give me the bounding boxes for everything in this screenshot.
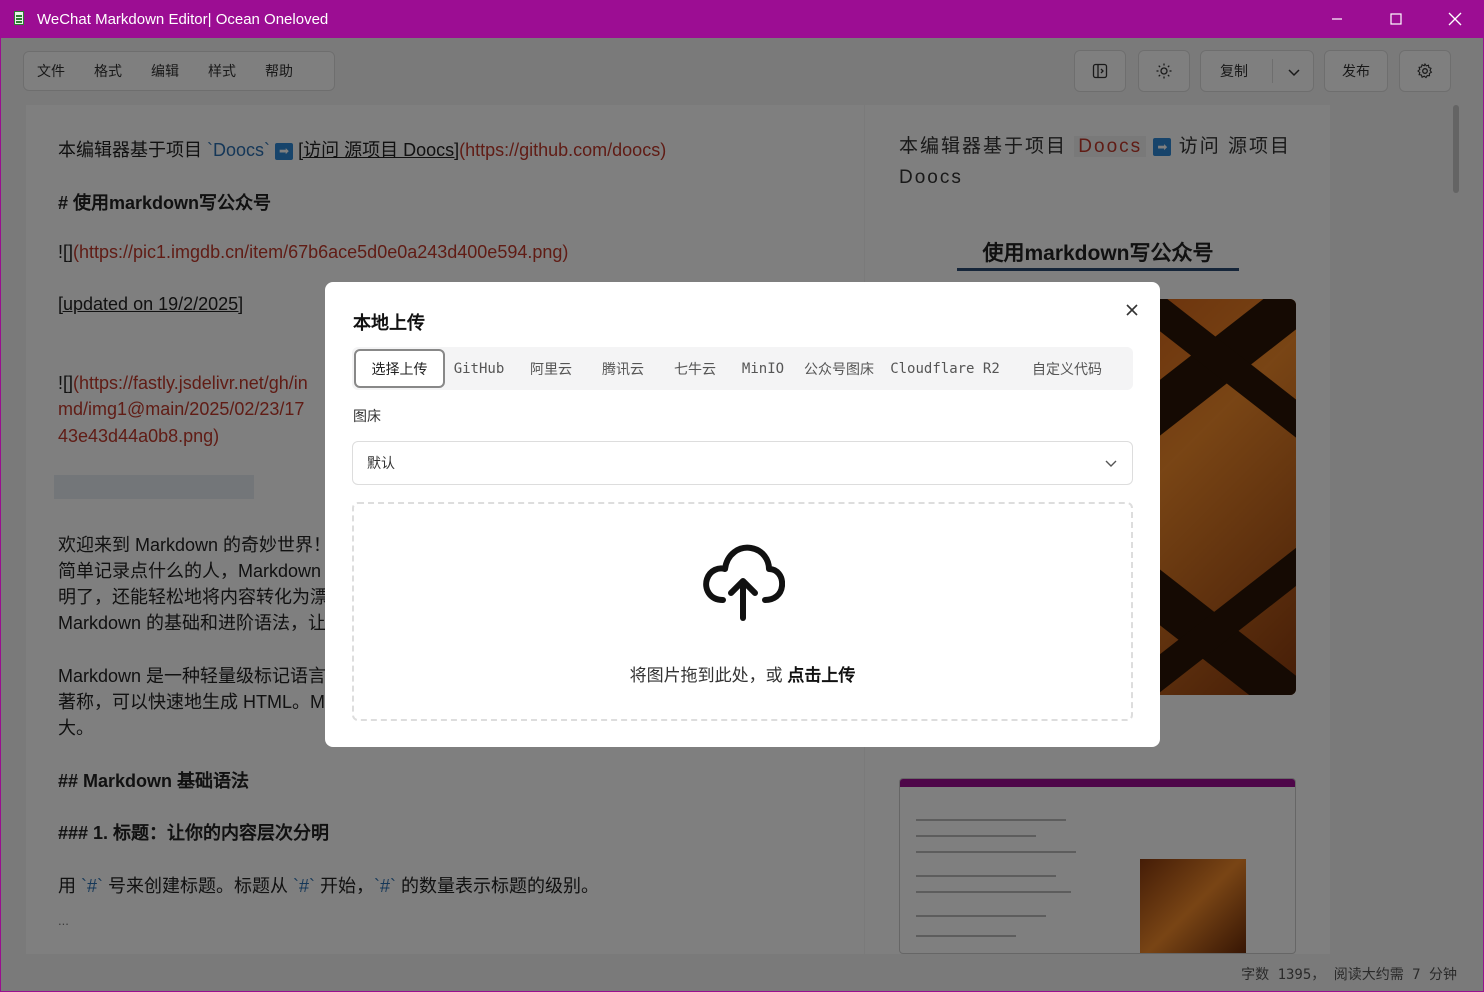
tab-qiniu[interactable]: 七牛云 (661, 347, 729, 390)
close-window-button[interactable] (1425, 0, 1484, 38)
window-title: WeChat Markdown Editor| Ocean Oneloved (37, 10, 329, 28)
chevron-down-icon (1105, 460, 1117, 467)
image-host-select[interactable]: 默认 (352, 441, 1133, 485)
app-icon (13, 11, 27, 27)
maximize-icon (1389, 13, 1402, 25)
tab-tencent[interactable]: 腾讯云 (589, 347, 657, 390)
close-icon (1448, 12, 1461, 26)
tab-minio[interactable]: MinIO (733, 347, 793, 390)
tab-github[interactable]: GitHub (447, 347, 511, 390)
drop-zone[interactable]: 将图片拖到此处，或 点击上传 (352, 502, 1133, 721)
tab-aliyun[interactable]: 阿里云 (517, 347, 585, 390)
tab-select-upload[interactable]: 选择上传 (354, 349, 445, 388)
maximize-button[interactable] (1366, 0, 1425, 38)
image-host-label: 图床 (353, 408, 381, 424)
close-icon[interactable] (1124, 302, 1140, 318)
tab-cloudflare-r2[interactable]: Cloudflare R2 (884, 347, 1006, 390)
tab-custom-code[interactable]: 自定义代码 (1010, 347, 1124, 390)
select-value: 默认 (367, 455, 395, 471)
click-upload-link[interactable]: 点击上传 (787, 666, 855, 685)
upload-dialog: 本地上传 选择上传 GitHub 阿里云 腾讯云 七牛云 MinIO 公众号图床… (325, 282, 1160, 747)
cloud-upload-icon (703, 544, 785, 621)
dialog-title: 本地上传 (353, 313, 425, 333)
tab-mp-image[interactable]: 公众号图床 (798, 347, 880, 390)
title-bar: WeChat Markdown Editor| Ocean Oneloved (0, 0, 1484, 38)
dropzone-text: 将图片拖到此处，或 点击上传 (629, 666, 856, 685)
minimize-button[interactable] (1307, 0, 1366, 38)
minimize-icon (1331, 18, 1342, 20)
upload-tabs: 选择上传 GitHub 阿里云 腾讯云 七牛云 MinIO 公众号图床 Clou… (352, 347, 1133, 390)
